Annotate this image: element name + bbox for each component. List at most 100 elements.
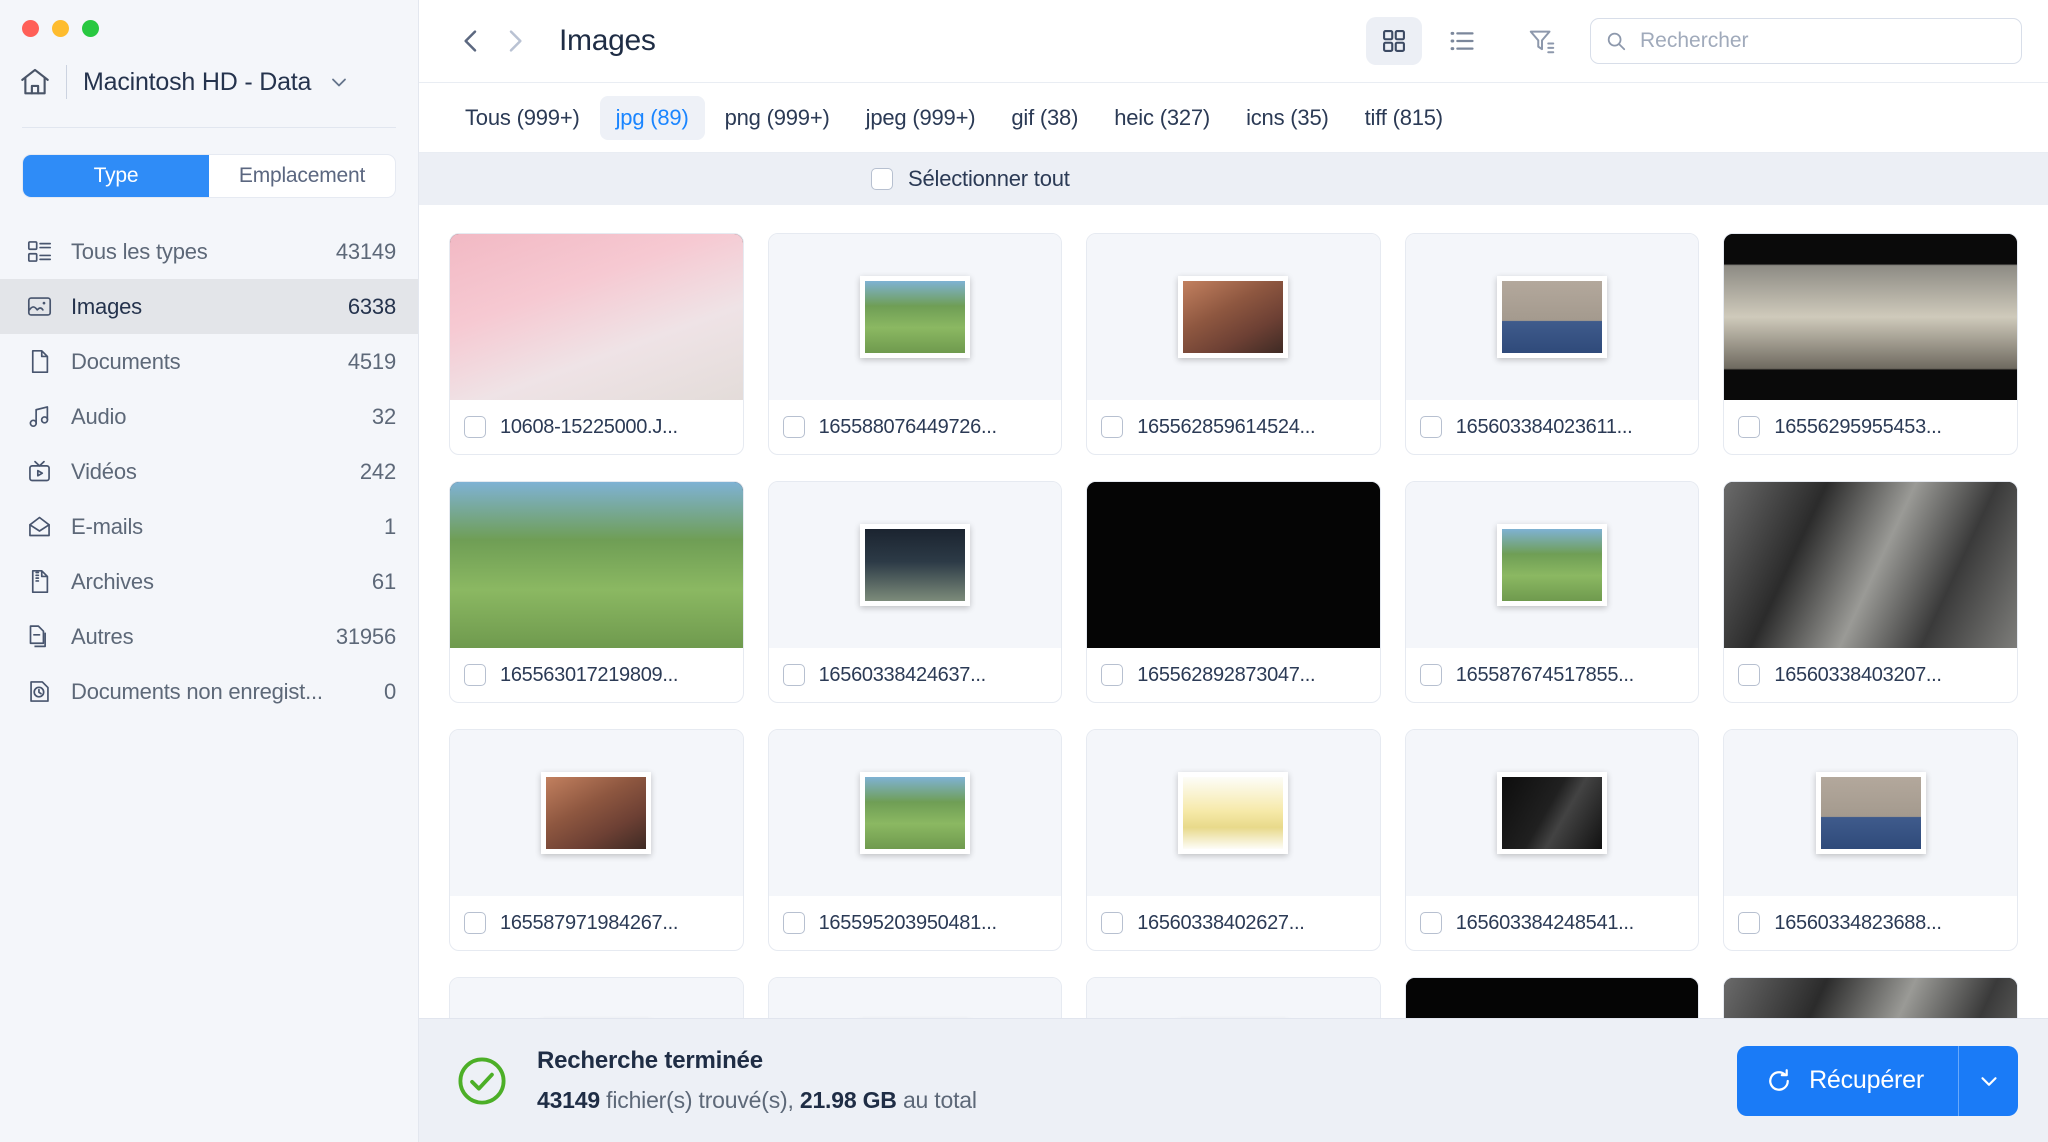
file-card[interactable]: 16560338402627... — [1086, 729, 1381, 951]
minimize-button[interactable] — [52, 20, 69, 37]
sidebar-item-documents-non-enregistres[interactable]: Documents non enregist... 0 — [0, 664, 418, 719]
file-card[interactable]: 165563017219809... — [449, 481, 744, 703]
toolbar: Images — [419, 0, 2048, 83]
file-name: 16556295955453... — [1774, 415, 1942, 438]
tab-type[interactable]: Type — [23, 155, 209, 197]
file-checkbox[interactable] — [464, 664, 486, 686]
recover-button[interactable]: Récupérer — [1737, 1045, 1958, 1116]
file-card[interactable]: 165562859614524... — [1086, 233, 1381, 455]
file-checkbox[interactable] — [782, 912, 805, 934]
file-checkbox[interactable] — [1101, 912, 1124, 934]
thumbnail-image — [859, 276, 970, 358]
sidebar-item-videos[interactable]: Vidéos 242 — [0, 444, 418, 499]
select-all-label: Sélectionner tout — [908, 166, 1070, 191]
file-card[interactable]: 165562892873047... — [1086, 481, 1381, 703]
document-icon — [26, 348, 53, 375]
chevron-right-icon[interactable] — [493, 19, 537, 63]
sidebar-item-archives[interactable]: Archives 61 — [0, 554, 418, 609]
file-thumbnail — [1724, 730, 2017, 896]
sidebar-item-images[interactable]: Images 6338 — [0, 279, 418, 334]
tab-gif[interactable]: gif (38) — [995, 96, 1094, 140]
thumbnail-image — [1178, 276, 1289, 358]
sidebar-item-label: Tous les types — [71, 238, 208, 264]
file-checkbox[interactable] — [1101, 664, 1124, 686]
grid-view-icon[interactable] — [1366, 17, 1422, 65]
file-card[interactable]: 10608-15225000.J... — [449, 233, 744, 455]
sidebar-item-count: 242 — [359, 458, 396, 484]
file-card[interactable]: 16556295955453... — [1723, 233, 2018, 455]
file-grid: 10608-15225000.J... 165588076449726... 165… — [449, 233, 2018, 1142]
file-card[interactable]: 16560338424637... — [767, 481, 1063, 703]
file-checkbox[interactable] — [464, 912, 486, 934]
thumbnail-image — [1178, 772, 1289, 854]
sidebar-tabs: Type Emplacement — [22, 154, 396, 198]
file-card[interactable]: 165588076449726... — [767, 233, 1063, 455]
file-checkbox[interactable] — [1101, 416, 1124, 438]
tab-tiff[interactable]: tiff (815) — [1349, 96, 1459, 140]
sidebar-item-autres[interactable]: Autres 31956 — [0, 609, 418, 664]
file-card-footer: 165603384023611... — [1406, 400, 1699, 454]
file-card[interactable]: 165587971984267... — [449, 729, 744, 951]
file-checkbox[interactable] — [1738, 912, 1761, 934]
tab-jpg[interactable]: jpg (89) — [599, 95, 705, 140]
file-checkbox[interactable] — [1738, 416, 1761, 438]
home-icon — [18, 65, 52, 99]
tab-png[interactable]: png (999+) — [709, 96, 846, 140]
thumbnail-image — [859, 524, 970, 606]
sidebar-item-documents[interactable]: Documents 4519 — [0, 334, 418, 389]
view-toggle-group — [1366, 17, 1490, 65]
file-thumbnail — [1087, 482, 1380, 648]
search-input[interactable] — [1640, 29, 2007, 53]
sidebar-item-label: Images — [71, 293, 142, 319]
check-circle-icon — [455, 1054, 509, 1108]
chevron-down-icon[interactable] — [327, 70, 351, 94]
tab-heic[interactable]: heic (327) — [1098, 96, 1226, 140]
close-button[interactable] — [22, 20, 39, 37]
sidebar-item-tous-les-types[interactable]: Tous les types 43149 — [0, 224, 418, 279]
file-card[interactable]: 165595203950481... — [767, 729, 1063, 951]
file-grid-container[interactable]: 10608-15225000.J... 165588076449726... 165… — [419, 205, 2048, 1142]
list-view-icon[interactable] — [1434, 17, 1490, 65]
chevron-left-icon[interactable] — [449, 19, 493, 63]
file-card[interactable]: 16560334823688... — [1723, 729, 2018, 951]
sidebar-item-count: 43149 — [335, 238, 396, 264]
filter-funnel-icon[interactable] — [1516, 17, 1568, 65]
tab-icns[interactable]: icns (35) — [1230, 96, 1345, 140]
file-card-footer: 165595203950481... — [769, 896, 1062, 950]
drive-selector[interactable]: Macintosh HD - Data — [0, 37, 418, 107]
tab-jpeg[interactable]: jpeg (999+) — [850, 96, 992, 140]
file-checkbox[interactable] — [782, 416, 805, 438]
thumbnail-image — [1724, 482, 2017, 648]
tab-emplacement[interactable]: Emplacement — [209, 155, 395, 197]
thumbnail-image — [1815, 772, 1926, 854]
page-title: Images — [559, 24, 656, 57]
tab-tous[interactable]: Tous (999+) — [449, 96, 596, 140]
file-checkbox[interactable] — [1419, 664, 1442, 686]
file-name: 16560338424637... — [818, 663, 986, 686]
file-name: 16560334823688... — [1774, 911, 1942, 934]
search-box[interactable] — [1590, 18, 2022, 64]
sidebar-item-audio[interactable]: Audio 32 — [0, 389, 418, 444]
file-name: 165587971984267... — [500, 911, 679, 934]
sidebar-item-label: Vidéos — [71, 458, 137, 484]
file-checkbox[interactable] — [1419, 912, 1442, 934]
file-card[interactable]: 165603384248541... — [1404, 729, 1700, 951]
file-card-footer: 16560338402627... — [1087, 896, 1380, 950]
sidebar-item-label: Archives — [71, 568, 154, 594]
maximize-button[interactable] — [82, 20, 99, 37]
file-checkbox[interactable] — [464, 416, 486, 438]
recover-dropdown-button[interactable] — [1958, 1045, 2018, 1116]
others-icon — [26, 623, 53, 650]
window-controls — [0, 0, 418, 37]
file-checkbox[interactable] — [1738, 664, 1761, 686]
select-all-checkbox[interactable] — [871, 168, 893, 190]
thumbnail-image — [1497, 524, 1608, 606]
file-card[interactable]: 165603384023611... — [1404, 233, 1700, 455]
thumbnail-image — [450, 482, 743, 648]
sidebar-item-emails[interactable]: E-mails 1 — [0, 499, 418, 554]
file-card[interactable]: 165587674517855... — [1404, 481, 1700, 703]
file-checkbox[interactable] — [1419, 416, 1442, 438]
file-checkbox[interactable] — [782, 664, 805, 686]
app-window: Macintosh HD - Data Type Emplacement Tou… — [0, 0, 2048, 1142]
file-card[interactable]: 16560338403207... — [1723, 481, 2018, 703]
